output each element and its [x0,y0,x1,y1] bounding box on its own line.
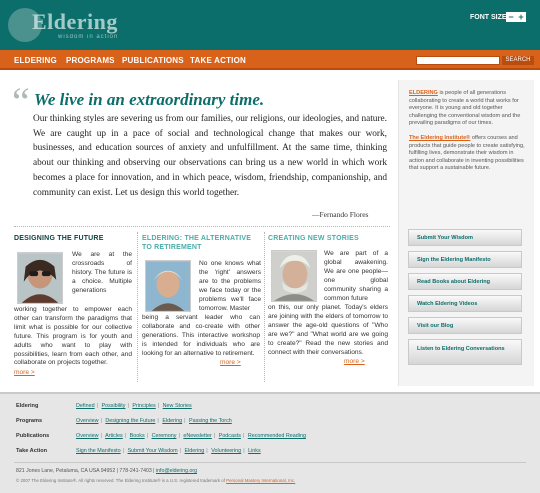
logo-tagline: wisdom in action [58,34,119,40]
footer-separator: | [146,433,149,439]
visit-blog-button[interactable]: Visit our Blog [408,317,522,334]
feature-text-top: We are part of a global awakening. We ar… [324,250,388,302]
read-books-button[interactable]: Read Books about Eldering [408,273,522,290]
nav-item-take-action[interactable]: TAKE ACTION [190,56,246,65]
font-size-increase-button[interactable]: + [516,12,526,22]
footer-links-publications: Overview | Articles | Books | Ceremony | eNe… [76,433,308,439]
footer-link[interactable]: Eldering [162,418,182,424]
email-link[interactable]: info@eldering.org [156,468,197,474]
footer-link[interactable]: Links [248,448,261,454]
site-header: Eldering wisdom in action FONT SIZE − + [0,0,540,50]
feature-text-top: No one knows what the 'right' answers ar… [199,260,261,312]
sign-manifesto-button[interactable]: Sign the Eldering Manifesto [408,251,522,268]
footer-separator: | [206,448,208,454]
footer-separator: | [178,433,180,439]
older-woman-photo [145,260,191,312]
search-button[interactable]: SEARCH [502,56,534,65]
hero-divider [14,226,390,227]
footer-link[interactable]: Ceremony [152,433,177,439]
nav-item-programs[interactable]: PROGRAMS [66,56,115,65]
footer-separator: | [243,448,245,454]
footer-separator: | [100,418,102,424]
eldering-logo[interactable]: Eldering wisdom in action [8,6,138,46]
search-input[interactable] [416,56,500,65]
footer-separator: | [157,418,159,424]
footer-link[interactable]: Possibility [102,403,126,409]
footer-divider [14,462,526,463]
footer-separator: | [100,433,102,439]
footer-separator: | [179,448,182,454]
footer-label-programs: Programs [16,418,43,424]
feature-designing-the-future: DESIGNING THE FUTURE We are at the cross… [14,234,132,376]
footer-separator: | [122,448,125,454]
footer-link[interactable]: Books [130,433,145,439]
feature-alternative-to-retirement: ELDERING: THE ALTERNATIVE TO RETIREMENT … [142,234,261,366]
trademark-link[interactable]: Personal Mastery International, Inc. [226,478,295,483]
column-divider [137,232,138,382]
footer-label-eldering: Eldering [16,403,39,409]
page: Eldering wisdom in action FONT SIZE − + … [0,0,540,493]
more-link[interactable]: more > [14,369,35,376]
sidebar-intro: ELDERING is people of all generations co… [409,90,527,173]
footer-separator: | [96,403,98,409]
feature-text-bottom: working together to empower each other c… [14,306,132,367]
more-link[interactable]: more > [344,358,365,365]
footer-label-take-action: Take Action [16,448,48,454]
footer-link[interactable]: Sign the Manifesto [76,448,121,454]
footer-separator: | [242,433,245,439]
feature-title[interactable]: CREATING NEW STORIES [268,234,388,243]
footer-separator: | [213,433,216,439]
feature-title[interactable]: DESIGNING THE FUTURE [14,234,132,243]
column-divider [264,232,265,382]
footer-links-eldering: Defined | Possibility | Principles | New St… [76,403,194,409]
address-text: 821 Jones Lane, Petaluma, CA USA 94952 |… [16,468,156,474]
footer-link[interactable]: Designing the Future [105,418,155,424]
open-quote-icon: “ [12,79,30,124]
sidebar-eldering-link[interactable]: ELDERING [409,90,438,96]
footer-copyright: © 2007 The Eldering Institute®. All righ… [16,478,295,483]
logo-text: Eldering [32,9,118,34]
footer-separator: | [184,418,186,424]
woman-with-sunglasses-photo [17,252,63,304]
footer-link[interactable]: eNewsletter [183,433,211,439]
font-size-label: FONT SIZE [470,14,507,21]
font-size-decrease-button[interactable]: − [506,12,516,22]
footer-link[interactable]: Principles [132,403,155,409]
footer-link[interactable]: New Stories [163,403,192,409]
footer-link[interactable]: Passing the Torch [189,418,232,424]
older-man-photo [271,250,317,302]
footer-link[interactable]: Submit Your Wisdom [128,448,178,454]
hero-title: We live in an extraordinary time. [34,90,265,109]
footer-separator: | [124,433,127,439]
submit-your-wisdom-button[interactable]: Submit Your Wisdom [408,229,522,246]
footer-links-programs: Overview | Designing the Future | Eldering… [76,418,234,424]
hero-body: Our thinking styles are severing us from… [33,114,387,198]
footer-link[interactable]: Defined [76,403,95,409]
hero-attribution: —Fernando Flores [312,210,369,219]
sidebar-institute-link[interactable]: The Eldering Institute® [409,135,470,141]
footer-link[interactable]: Eldering [185,448,205,454]
feature-text-bottom: being a servant leader who can collabora… [142,314,260,357]
footer-links-take-action: Sign the Manifesto | Submit Your Wisdom | … [76,448,263,454]
footer-link[interactable]: Overview [76,433,98,439]
footer-link[interactable]: Overview [76,418,98,424]
nav-item-publications[interactable]: PUBLICATIONS [122,56,184,65]
footer-link[interactable]: Articles [105,433,123,439]
more-link[interactable]: more > [220,359,241,366]
copyright-text: © 2007 The Eldering Institute®. All righ… [16,478,227,483]
footer-address: 821 Jones Lane, Petaluma, CA USA 94952 |… [16,468,197,474]
feature-text-top: We are at the crossroads of history. The… [72,251,132,294]
listen-conversations-button[interactable]: Listen to Eldering Conversations [408,339,522,365]
footer-link[interactable]: Podcasts [219,433,241,439]
feature-text-bottom: on this, our only planet. Today's elders… [268,304,388,356]
footer-link[interactable]: Recommended Reading [248,433,306,439]
footer-separator: | [127,403,129,409]
feature-creating-new-stories: CREATING NEW STORIES We are part of a gl… [268,234,388,365]
nav-item-eldering[interactable]: ELDERING [14,56,57,65]
footer-label-publications: Publications [16,433,50,439]
footer-separator: | [157,403,160,409]
feature-title[interactable]: ELDERING: THE ALTERNATIVE TO RETIREMENT [142,234,260,252]
watch-videos-button[interactable]: Watch Eldering Videos [408,295,522,312]
footer-link[interactable]: Volunteering [211,448,241,454]
